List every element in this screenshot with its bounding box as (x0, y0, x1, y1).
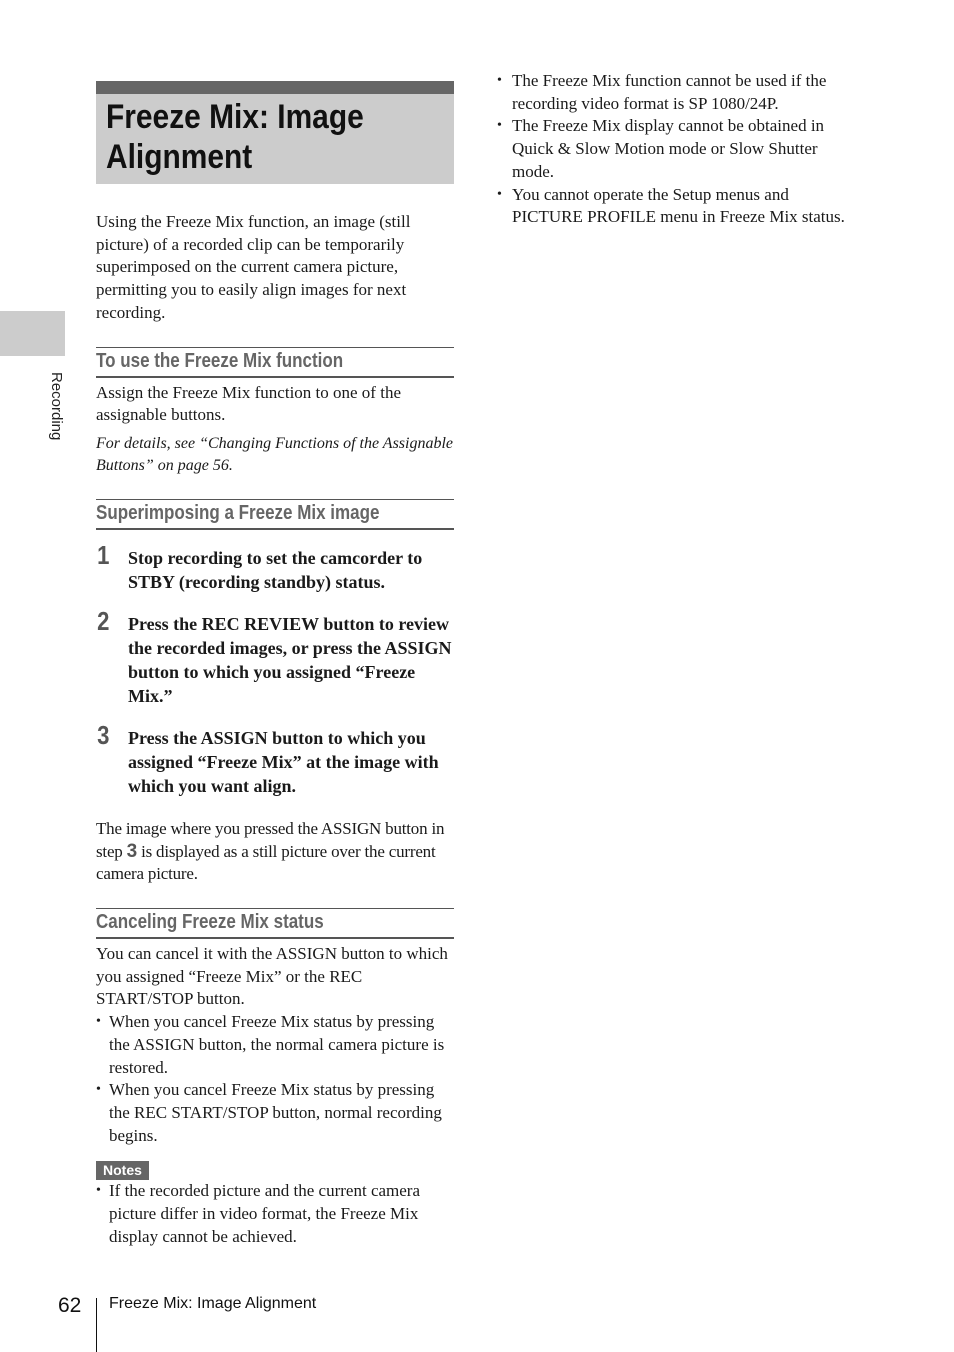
list-item: The Freeze Mix function cannot be used i… (497, 70, 857, 115)
right-column: The Freeze Mix function cannot be used i… (497, 70, 857, 229)
section-heading-superimpose: Superimposing a Freeze Mix image (96, 498, 454, 530)
step-result-paragraph: The image where you pressed the ASSIGN b… (96, 818, 454, 886)
list-item: When you cancel Freeze Mix status by pre… (96, 1079, 454, 1147)
page-reference-link[interactable]: For details, see “Changing Functions of … (96, 433, 454, 477)
step-number: 2 (97, 605, 110, 636)
left-column: Freeze Mix: Image Alignment Using the Fr… (96, 81, 454, 1248)
page-title-box: Freeze Mix: Image Alignment (96, 81, 454, 184)
step-number: 1 (97, 539, 110, 570)
section-heading-cancel-text: Canceling Freeze Mix status (96, 911, 324, 934)
section-heading-use: To use the Freeze Mix function (96, 346, 454, 378)
step-number: 3 (97, 719, 110, 750)
section-heading-superimpose-text: Superimposing a Freeze Mix image (96, 501, 380, 524)
page-title: Freeze Mix: Image Alignment (106, 98, 364, 176)
notes-list-right: The Freeze Mix function cannot be used i… (497, 70, 857, 229)
list-item: When you cancel Freeze Mix status by pre… (96, 1011, 454, 1079)
result-text-after: is displayed as a still picture over the… (96, 841, 436, 884)
notes-list-left: If the recorded picture and the current … (96, 1180, 454, 1248)
step-item: 2 Press the REC REVIEW button to review … (96, 606, 454, 708)
step-list: 1 Stop recording to set the camcorder to… (96, 540, 454, 798)
use-body: Assign the Freeze Mix function to one of… (96, 382, 401, 425)
step-text: Press the ASSIGN button to which you ass… (128, 727, 439, 796)
section-heading-cancel: Canceling Freeze Mix status (96, 908, 454, 940)
list-item: You cannot operate the Setup menus and P… (497, 184, 857, 229)
footer-divider (96, 1298, 97, 1352)
step-item: 3 Press the ASSIGN button to which you a… (96, 720, 454, 798)
notes-badge: Notes (96, 1161, 149, 1181)
step-text: Stop recording to set the camcorder to S… (128, 547, 423, 592)
list-item: If the recorded picture and the current … (96, 1180, 454, 1248)
step-text: Press the REC REVIEW button to review th… (128, 613, 452, 706)
inline-step-number: 3 (126, 840, 138, 862)
cancel-bullet-list: When you cancel Freeze Mix status by pre… (96, 1011, 454, 1147)
page-number: 62 (58, 1294, 82, 1317)
step-item: 1 Stop recording to set the camcorder to… (96, 540, 454, 594)
cancel-body: You can cancel it with the ASSIGN button… (96, 944, 448, 1009)
footer-title: Freeze Mix: Image Alignment (109, 1295, 317, 1312)
section-tab-marker (0, 311, 65, 356)
list-item: The Freeze Mix display cannot be obtaine… (497, 115, 857, 183)
section-heading-use-text: To use the Freeze Mix function (96, 349, 344, 372)
section-tab-label: Recording (48, 372, 65, 441)
intro-paragraph: Using the Freeze Mix function, an image … (96, 212, 411, 322)
